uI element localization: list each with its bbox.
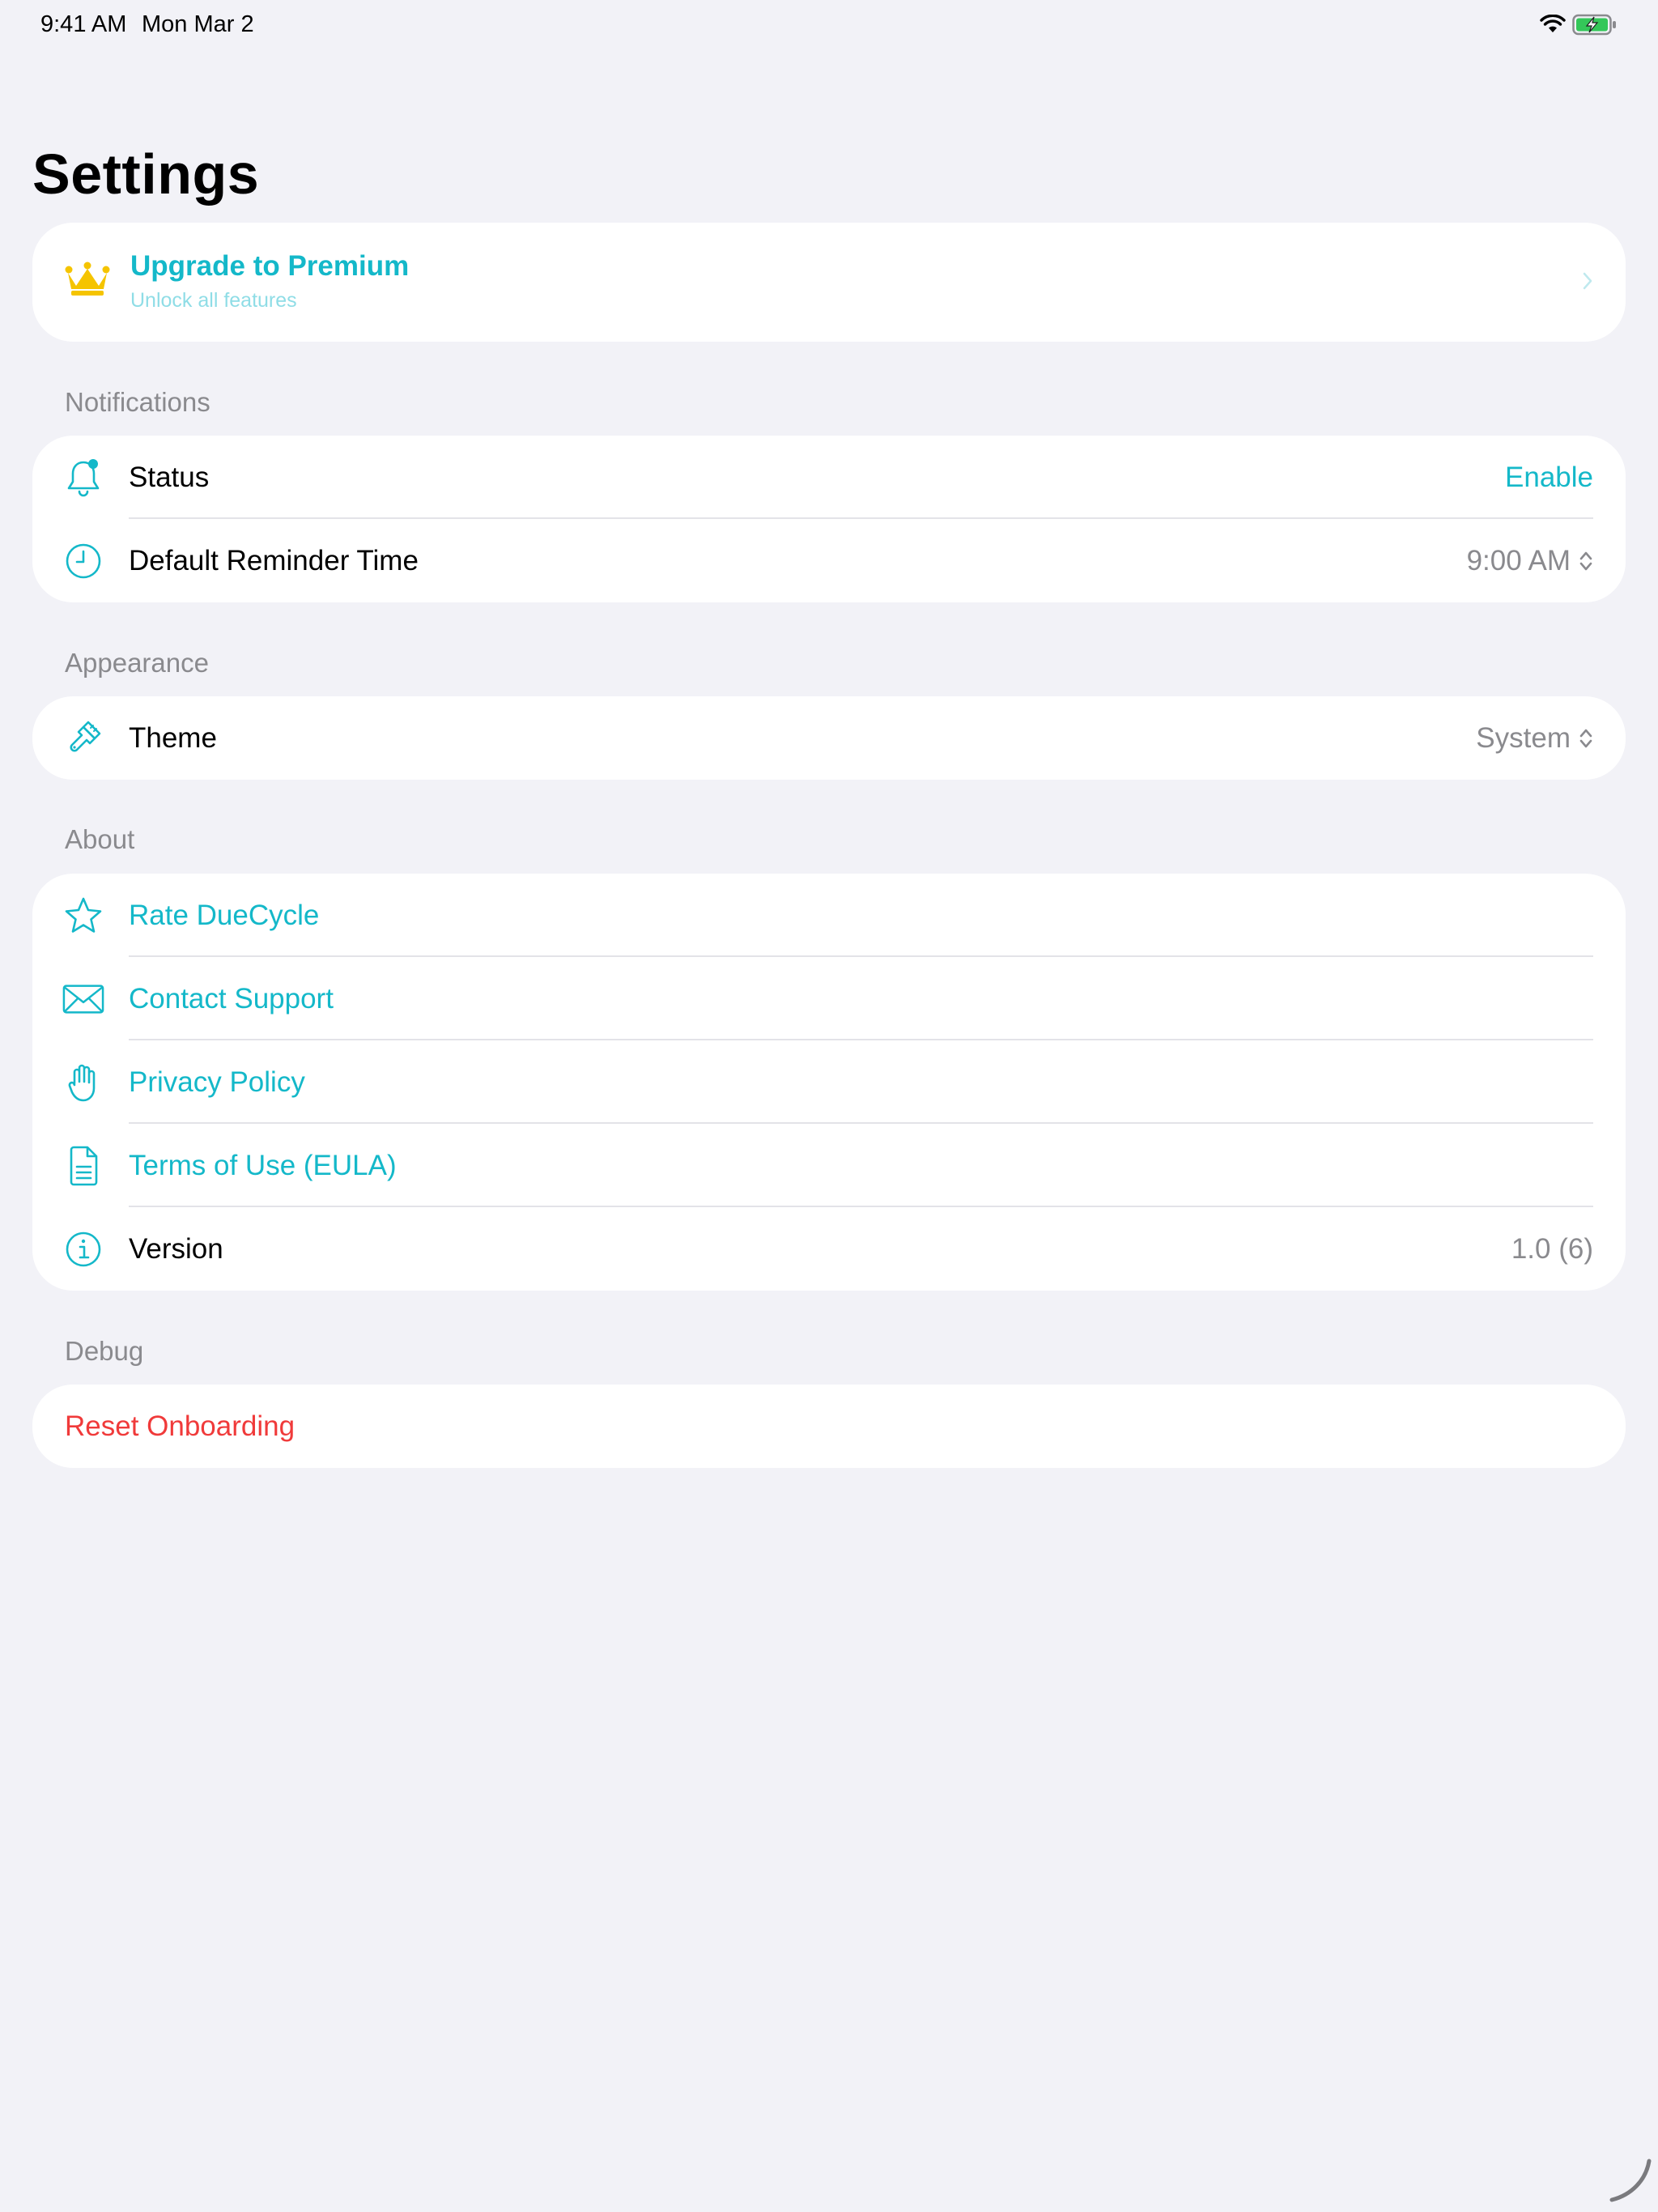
reset-onboarding-label: Reset Onboarding — [65, 1410, 295, 1442]
reminder-time-picker[interactable]: 9:00 AM — [1467, 545, 1593, 577]
star-icon — [62, 895, 104, 937]
status-label: Status — [129, 461, 210, 493]
theme-row[interactable]: Theme System — [32, 696, 1626, 780]
privacy-policy-label: Privacy Policy — [129, 1066, 305, 1098]
appearance-card: Theme System — [32, 696, 1626, 780]
debug-card: Reset Onboarding — [32, 1385, 1626, 1468]
home-indicator[interactable] — [1607, 2158, 1652, 2207]
chevron-up-down-icon — [1579, 551, 1592, 570]
reminder-time-label: Default Reminder Time — [129, 544, 419, 576]
premium-subtitle: Unlock all features — [130, 289, 297, 312]
envelope-icon — [62, 978, 104, 1020]
section-header-debug: Debug — [65, 1336, 144, 1366]
contact-support-row[interactable]: Contact Support — [32, 957, 1626, 1040]
paintbrush-icon — [62, 717, 104, 759]
section-header-appearance: Appearance — [65, 648, 209, 678]
privacy-policy-row[interactable]: Privacy Policy — [32, 1040, 1626, 1124]
reminder-time-row[interactable]: Default Reminder Time 9:00 AM — [32, 519, 1626, 602]
premium-title: Upgrade to Premium — [130, 250, 410, 282]
reset-onboarding-button[interactable]: Reset Onboarding — [32, 1385, 1626, 1468]
wifi-icon — [1540, 14, 1566, 38]
version-value: 1.0 (6) — [1511, 1232, 1593, 1265]
theme-picker[interactable]: System — [1476, 722, 1593, 755]
document-icon — [62, 1145, 104, 1187]
rate-app-row[interactable]: Rate DueCycle — [32, 874, 1626, 957]
clock-icon — [62, 540, 104, 582]
status-bar: 9:41 AM Mon Mar 2 — [0, 0, 1658, 52]
status-time: 9:41 AM — [40, 11, 127, 37]
upgrade-premium-button[interactable]: Upgrade to Premium Unlock all features — [32, 223, 1626, 342]
terms-of-use-row[interactable]: Terms of Use (EULA) — [32, 1124, 1626, 1207]
theme-value: System — [1476, 721, 1571, 754]
section-header-notifications: Notifications — [65, 387, 210, 417]
bell-icon — [62, 457, 104, 499]
reminder-time-value: 9:00 AM — [1466, 544, 1571, 576]
enable-notifications-button[interactable]: Enable — [1505, 462, 1593, 494]
premium-card[interactable]: Upgrade to Premium Unlock all features — [32, 223, 1626, 342]
about-card: Rate DueCycle Contact Support Privacy Po… — [32, 874, 1626, 1291]
terms-of-use-label: Terms of Use (EULA) — [129, 1149, 397, 1181]
version-row: Version 1.0 (6) — [32, 1207, 1626, 1291]
status-date: Mon Mar 2 — [142, 11, 254, 37]
chevron-right-icon — [1582, 271, 1593, 295]
version-label: Version — [129, 1232, 223, 1265]
info-icon — [62, 1228, 104, 1270]
theme-label: Theme — [129, 721, 217, 754]
rate-app-label: Rate DueCycle — [129, 899, 320, 931]
contact-support-label: Contact Support — [129, 982, 334, 1015]
battery-icon — [1572, 14, 1618, 40]
chevron-up-down-icon — [1579, 729, 1592, 747]
notifications-card: Status Enable Default Reminder Time 9:00… — [32, 436, 1626, 602]
page-title: Settings — [32, 143, 260, 206]
notification-status-row[interactable]: Status Enable — [32, 436, 1626, 519]
crown-icon — [65, 262, 110, 301]
section-header-about: About — [65, 824, 135, 854]
hand-icon — [62, 1061, 104, 1104]
